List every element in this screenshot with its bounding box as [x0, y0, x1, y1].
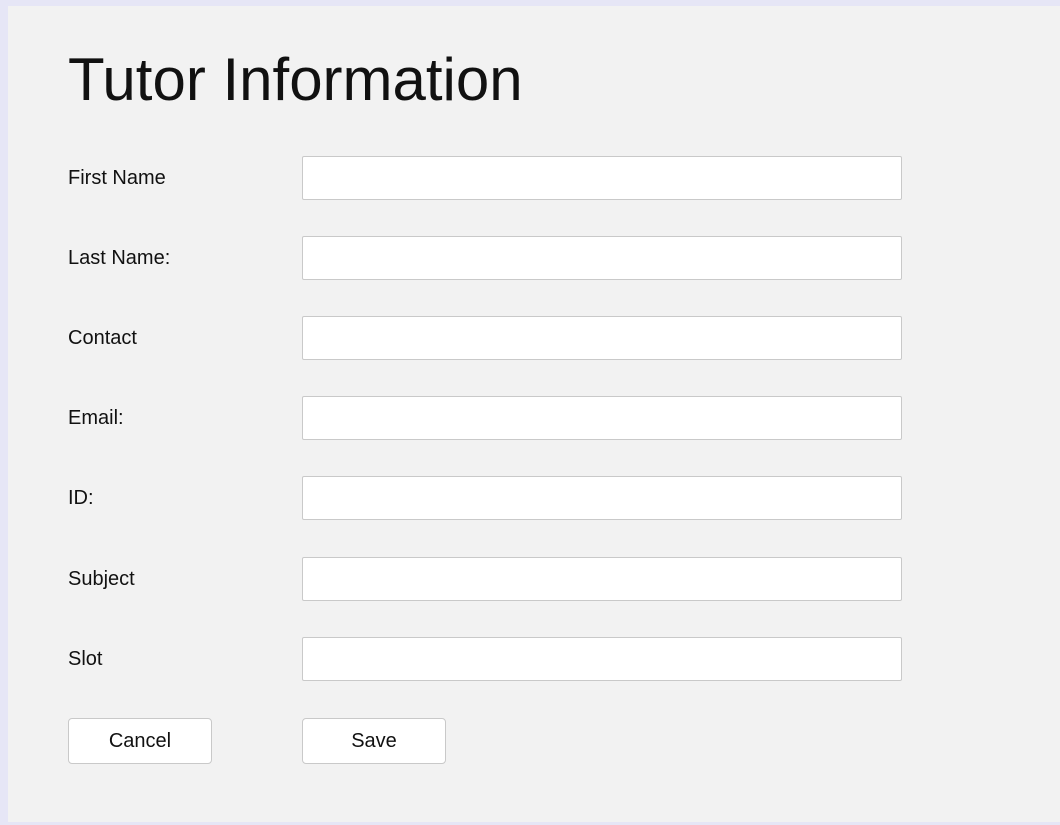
id-field[interactable]	[302, 476, 902, 520]
tutor-form-window: Tutor Information First Name Last Name: …	[8, 6, 1060, 822]
last-name-field[interactable]	[302, 236, 902, 280]
first-name-field[interactable]	[302, 156, 902, 200]
cancel-button[interactable]: Cancel	[68, 718, 212, 764]
first-name-label: First Name	[68, 167, 166, 189]
slot-label: Slot	[68, 648, 103, 670]
last-name-label: Last Name:	[68, 247, 171, 269]
email-label: Email:	[68, 407, 124, 429]
email-field[interactable]	[302, 396, 902, 440]
subject-field[interactable]	[302, 557, 902, 601]
contact-label: Contact	[68, 327, 137, 349]
page-title: Tutor Information	[68, 46, 523, 113]
id-label: ID:	[68, 487, 94, 509]
slot-field[interactable]	[302, 637, 902, 681]
save-button[interactable]: Save	[302, 718, 446, 764]
subject-label: Subject	[68, 568, 135, 590]
contact-field[interactable]	[302, 316, 902, 360]
